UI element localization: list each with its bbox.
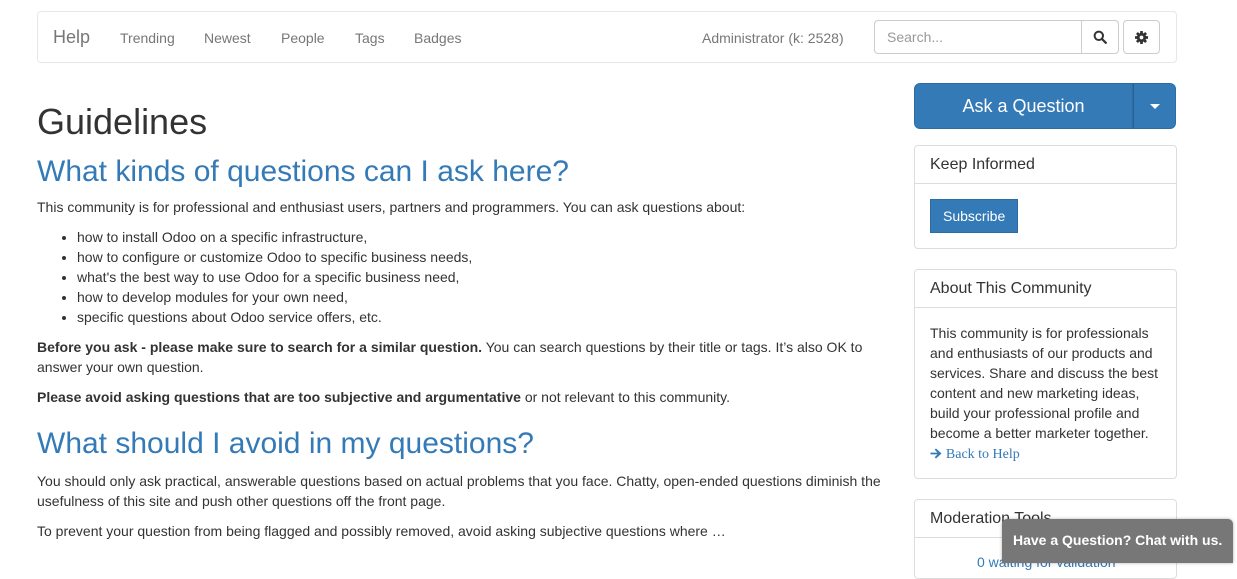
nav-newest[interactable]: Newest — [204, 29, 251, 47]
user-menu[interactable]: Administrator (k: 2528) — [702, 29, 844, 47]
list-item: how to develop modules for your own need… — [77, 287, 887, 307]
nav-trending[interactable]: Trending — [120, 29, 175, 47]
question-topics-list: how to install Odoo on a specific infras… — [37, 227, 887, 327]
page-title: Guidelines — [37, 101, 208, 142]
back-to-help-label: Back to Help — [945, 447, 1020, 462]
ask-question-group: Ask a Question — [914, 83, 1176, 129]
section-heading-avoid: What should I avoid in my questions? — [37, 427, 534, 460]
subscribe-button[interactable]: Subscribe — [930, 199, 1019, 233]
arrow-right-icon — [930, 448, 942, 459]
list-item: what's the best way to use Odoo for a sp… — [77, 267, 887, 287]
settings-button[interactable] — [1123, 20, 1160, 54]
nav-people[interactable]: People — [281, 29, 325, 47]
list-item: specific questions about Odoo service of… — [77, 307, 887, 327]
search-icon — [1093, 30, 1107, 44]
intro-text: This community is for professional and e… — [37, 199, 746, 215]
search-first-note: Before you ask - please make sure to sea… — [37, 337, 887, 377]
search-button[interactable] — [1081, 20, 1119, 54]
list-item: how to configure or customize Odoo to sp… — [77, 247, 887, 267]
caret-down-icon — [1149, 103, 1160, 109]
search-first-bold: Before you ask - please make sure to sea… — [37, 339, 483, 355]
back-to-help-link[interactable]: Back to Help — [930, 443, 1164, 465]
section-heading-questions: What kinds of questions can I ask here? — [37, 155, 569, 188]
avoid-paragraph-1: You should only ask practical, answerabl… — [37, 473, 881, 509]
top-navbar: Help Trending Newest People Tags Badges … — [37, 11, 1177, 63]
nav-tags[interactable]: Tags — [355, 29, 385, 47]
ask-question-dropdown[interactable] — [1133, 83, 1176, 129]
guidelines-content: Guidelines What kinds of questions can I… — [37, 95, 887, 541]
about-community-text: This community is for professionals and … — [930, 325, 1159, 441]
ask-question-button[interactable]: Ask a Question — [914, 83, 1133, 129]
about-community-heading: About This Community — [915, 270, 1176, 308]
about-community-panel: About This Community This community is f… — [914, 269, 1177, 479]
keep-informed-panel: Keep Informed Subscribe — [914, 145, 1177, 249]
avoid-subjective-bold: Please avoid asking questions that are t… — [37, 389, 521, 405]
search-input[interactable] — [874, 20, 1081, 54]
live-chat-button[interactable]: Have a Question? Chat with us. — [1002, 519, 1233, 563]
brand-link[interactable]: Help — [53, 26, 90, 48]
avoid-subjective-note: Please avoid asking questions that are t… — [37, 387, 887, 407]
gear-icon — [1135, 30, 1148, 44]
avoid-subjective-text: or not relevant to this community. — [520, 389, 730, 405]
nav-badges[interactable]: Badges — [414, 29, 461, 47]
list-item: how to install Odoo on a specific infras… — [77, 227, 887, 247]
keep-informed-heading: Keep Informed — [915, 146, 1176, 184]
avoid-paragraph-2: To prevent your question from being flag… — [37, 523, 726, 539]
